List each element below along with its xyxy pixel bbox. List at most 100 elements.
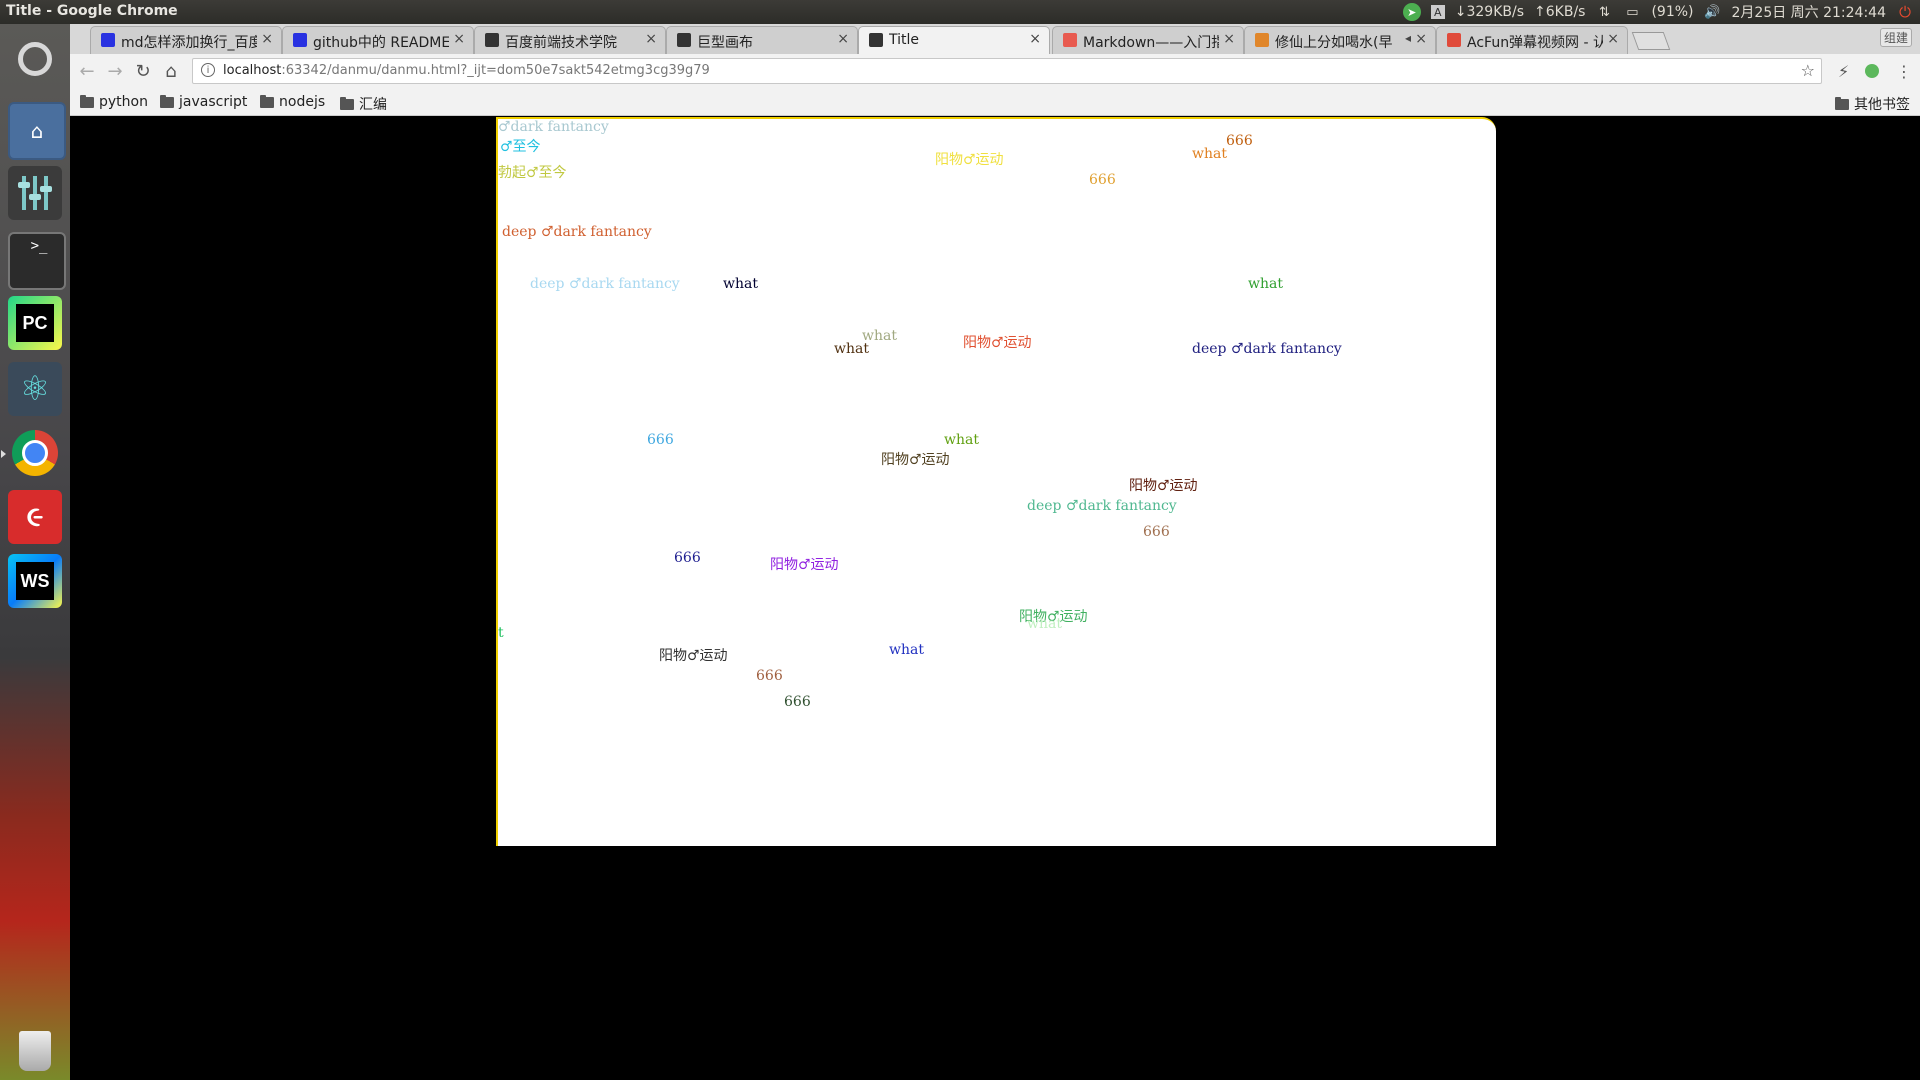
tab-favicon-icon: [1447, 33, 1461, 47]
tab-audio-icon[interactable]: ◂: [1405, 31, 1411, 45]
tab-close-icon[interactable]: ×: [261, 31, 273, 47]
forward-arrow-icon[interactable]: →: [104, 60, 126, 82]
power-icon[interactable]: ⏻: [1896, 3, 1914, 21]
back-arrow-icon[interactable]: ←: [76, 60, 98, 82]
tab-favicon-icon: [293, 33, 307, 47]
danmu-comment: 666: [1089, 172, 1116, 188]
tab-1[interactable]: md怎样添加换行_百度 ×: [90, 26, 282, 54]
page-viewport: ♂dark fantancy ♂至今 勃起♂至今 阳物♂运动 what 666 666 dee…: [70, 116, 1920, 1080]
files-launcher[interactable]: ⌂: [8, 102, 66, 160]
danmu-comment: what: [1027, 616, 1062, 632]
other-bookmarks[interactable]: 其他书签: [1835, 94, 1910, 114]
danmu-comment: ♂dark fantancy: [498, 119, 609, 135]
trash-icon: [19, 1031, 51, 1071]
tab-favicon-icon: [677, 33, 691, 47]
extension-status-icon[interactable]: [1865, 64, 1879, 78]
tab-close-icon[interactable]: ×: [1223, 31, 1235, 47]
danmu-comment: deep ♂dark fantancy: [1027, 498, 1177, 514]
address-bar[interactable]: i localhost:63342/danmu/danmu.html?_ijt=…: [192, 58, 1822, 84]
danmu-comment: t: [498, 625, 504, 641]
system-top-panel: Title - Google Chrome ➤ A ↓329KB/s ↑6KB/…: [0, 0, 1920, 24]
network-up-speed: ↑6KB/s: [1534, 4, 1586, 20]
bookmark-folder-3[interactable]: 汇编: [340, 94, 387, 114]
tab-favicon-icon: [485, 33, 499, 47]
tab-favicon-icon: [1063, 33, 1077, 47]
tab-label: AcFun弹幕视频网 - 认: [1467, 35, 1603, 51]
danmu-comment: 勃起♂至今: [498, 165, 567, 181]
danmu-comment: 666: [1226, 133, 1253, 149]
trash-launcher[interactable]: [8, 1024, 62, 1078]
tab-label: 巨型画布: [697, 35, 753, 51]
tab-label: 修仙上分如喝水(早: [1275, 35, 1393, 51]
tab-label: md怎样添加换行_百度: [121, 35, 257, 51]
folder-icon: [1835, 96, 1849, 110]
bookmark-star-icon[interactable]: ☆: [1801, 61, 1815, 80]
tab-5[interactable]: Title ×: [858, 26, 1050, 54]
new-tab-button[interactable]: [1631, 32, 1671, 50]
battery-percent: (91%): [1651, 4, 1694, 20]
tab-close-icon[interactable]: ×: [837, 31, 849, 47]
tab-close-icon[interactable]: ×: [453, 31, 465, 47]
danmu-comment: 阳物♂运动: [1129, 478, 1198, 494]
pycharm-launcher[interactable]: PC: [8, 296, 62, 350]
extension-icon[interactable]: ⚡: [1838, 62, 1849, 81]
tab-close-icon[interactable]: ×: [1607, 31, 1619, 47]
webstorm-icon: WS: [16, 562, 54, 600]
mixer-icon: [18, 176, 52, 210]
tab-close-icon[interactable]: ×: [645, 31, 657, 47]
folder-icon: [80, 94, 94, 108]
atom-launcher[interactable]: ⚛: [8, 362, 62, 416]
window-title: Title - Google Chrome: [6, 3, 178, 19]
bookmark-folder-0[interactable]: python: [80, 94, 148, 110]
tab-6[interactable]: Markdown——入门指 ×: [1052, 26, 1244, 54]
chrome-launcher[interactable]: [8, 426, 62, 480]
netease-music-icon: ૯: [26, 500, 44, 533]
terminal-icon: >_: [30, 238, 48, 254]
pycharm-icon: PC: [16, 304, 54, 342]
mixer-launcher[interactable]: [8, 166, 62, 220]
home-icon[interactable]: ⌂: [160, 60, 182, 82]
bookmark-folder-1[interactable]: javascript: [160, 94, 247, 110]
volume-icon[interactable]: 🔊: [1704, 3, 1722, 21]
tab-label: github中的 README: [313, 35, 449, 51]
ubuntu-dash-button[interactable]: [8, 32, 62, 86]
netease-music-launcher[interactable]: ૯: [8, 490, 62, 544]
profile-button[interactable]: 组建: [1879, 28, 1912, 47]
tab-favicon-icon: [1255, 33, 1269, 47]
tab-favicon-icon: [869, 33, 883, 47]
danmu-comment: 666: [784, 694, 811, 710]
clock[interactable]: 2月25日 周六 21:24:44: [1732, 2, 1887, 22]
folder-icon: [340, 96, 354, 110]
danmu-comment: 阳物♂运动: [881, 452, 950, 468]
address-url[interactable]: localhost:63342/danmu/danmu.html?_ijt=do…: [223, 63, 710, 78]
atom-icon: ⚛: [19, 369, 51, 409]
tab-label: 百度前端技术学院: [505, 35, 617, 51]
webstorm-launcher[interactable]: WS: [8, 554, 62, 608]
reload-icon[interactable]: ↻: [132, 60, 154, 82]
danmu-comment: 阳物♂运动: [963, 335, 1032, 351]
tab-4[interactable]: 巨型画布 ×: [666, 26, 858, 54]
tab-2[interactable]: github中的 README ×: [282, 26, 474, 54]
terminal-launcher[interactable]: >_: [8, 232, 66, 290]
telegram-icon[interactable]: ➤: [1402, 3, 1421, 21]
battery-icon[interactable]: ▭: [1623, 3, 1641, 21]
tab-3[interactable]: 百度前端技术学院 ×: [474, 26, 666, 54]
menu-kebab-icon[interactable]: ⋮: [1896, 62, 1912, 81]
danmu-comment: deep ♂dark fantancy: [530, 276, 680, 292]
input-method-icon[interactable]: A: [1430, 5, 1445, 19]
danmu-comment: what: [1192, 146, 1227, 162]
bookmark-folder-2[interactable]: nodejs: [260, 94, 325, 110]
tab-close-icon[interactable]: ×: [1029, 31, 1041, 47]
tab-8[interactable]: AcFun弹幕视频网 - 认 ×: [1436, 26, 1628, 54]
danmu-comment: 666: [756, 668, 783, 684]
network-transfer-icon[interactable]: ⇅: [1595, 3, 1613, 21]
folder-icon: [160, 94, 174, 108]
info-icon[interactable]: i: [201, 63, 215, 77]
tab-7[interactable]: 修仙上分如喝水(早 ◂ ×: [1244, 26, 1436, 54]
system-indicators: ➤ A ↓329KB/s ↑6KB/s ⇅ ▭ (91%) 🔊 2月25日 周六…: [1402, 2, 1914, 22]
tab-strip: md怎样添加换行_百度 × github中的 README × 百度前端技术学院 × 巨型画…: [70, 24, 1920, 54]
tab-label: Title: [889, 32, 920, 48]
tab-close-icon[interactable]: ×: [1415, 31, 1427, 47]
danmu-comment: ♂至今: [500, 139, 541, 155]
danmu-comment: 666: [647, 432, 674, 448]
